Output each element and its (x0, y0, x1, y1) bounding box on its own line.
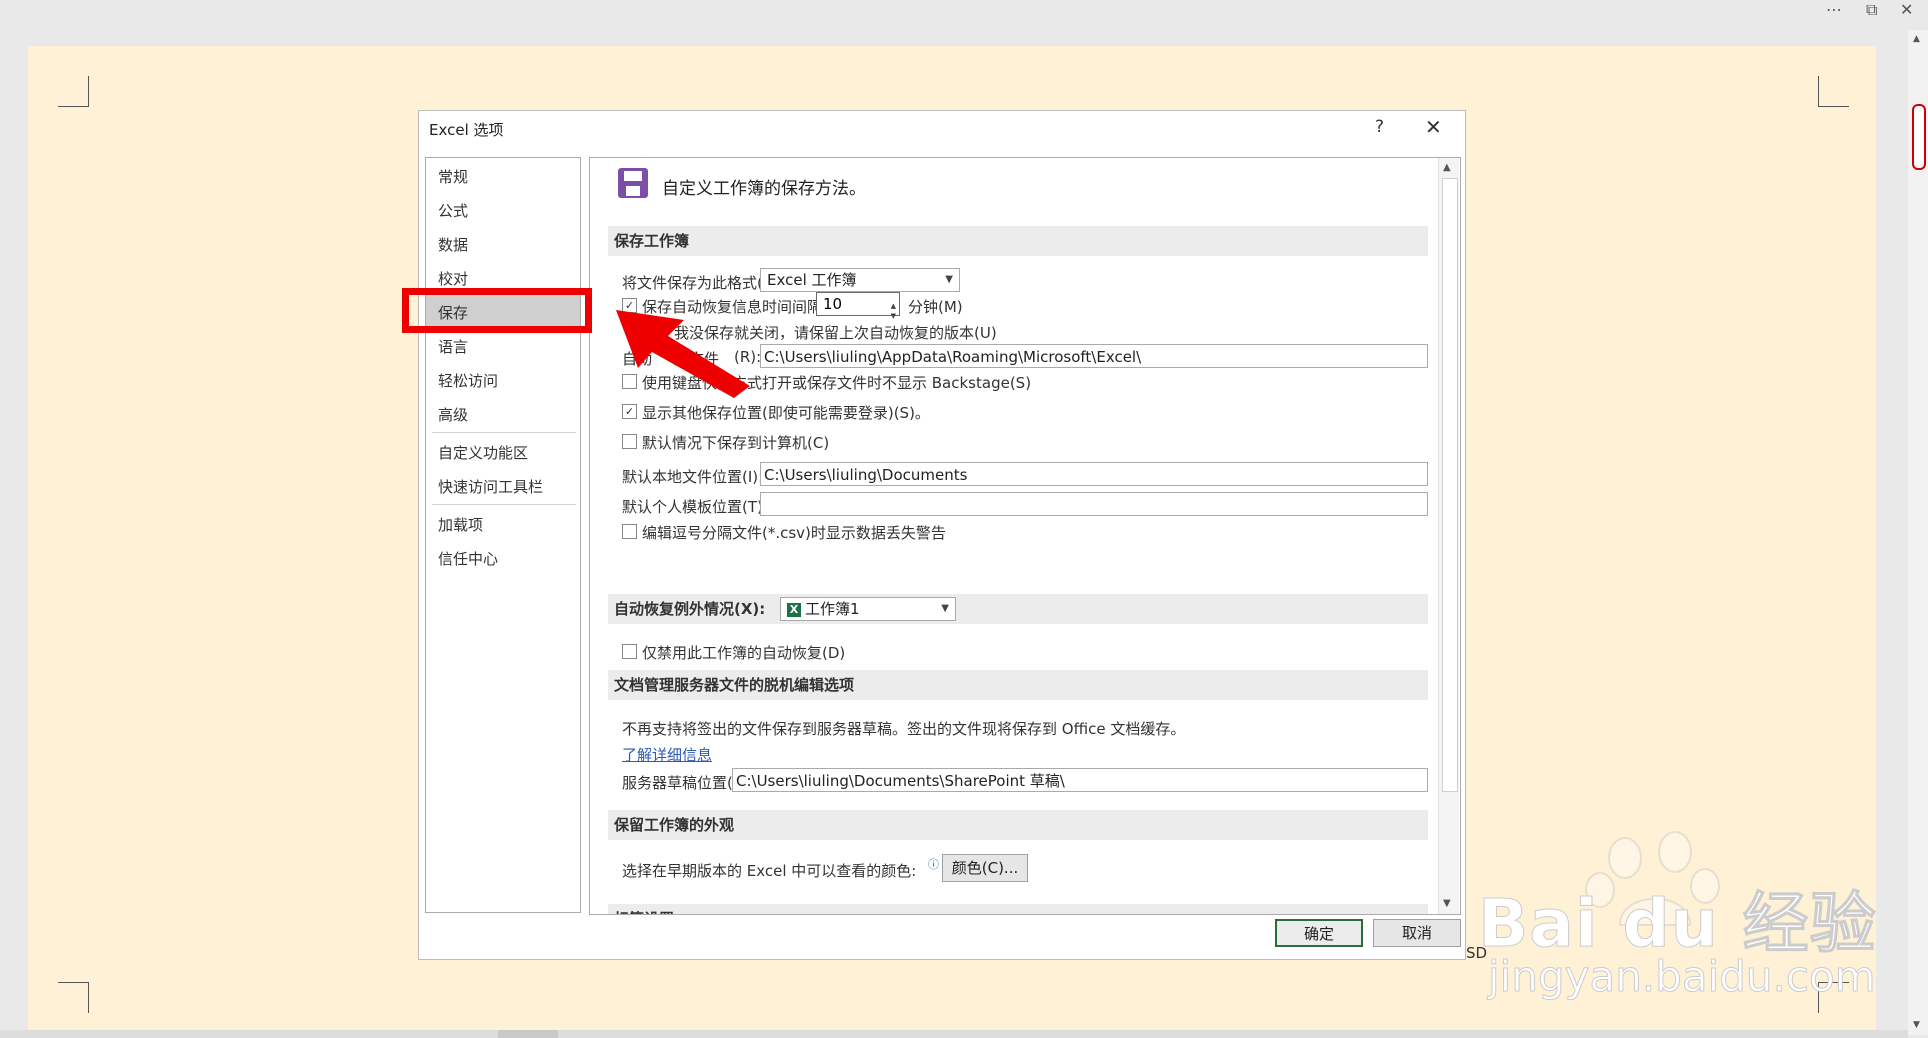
chevron-down-icon: ▼ (945, 274, 953, 285)
section-offline-editing: 文档管理服务器文件的脱机编辑选项 (608, 670, 1428, 700)
restore-icon[interactable]: ⧉ (1866, 0, 1877, 20)
section-preserve-appearance: 保留工作簿的外观 (608, 810, 1428, 840)
default-template-label: 默认个人模板位置(T): (622, 498, 768, 516)
scroll-up-icon[interactable]: ▲ (1443, 162, 1451, 173)
help-button[interactable]: ? (1375, 117, 1384, 137)
autorecover-interval-stepper[interactable]: 10 ▲ ▼ (816, 292, 900, 320)
crop-mark (1818, 76, 1849, 107)
info-icon: ⓘ (928, 858, 939, 871)
dialog-close-button[interactable]: ✕ (1425, 115, 1442, 139)
server-drafts-field[interactable]: C:\Users\liuling\Documents\SharePoint 草稿… (732, 768, 1428, 792)
nav-item-add-ins[interactable]: 加载项 (438, 514, 483, 535)
disable-autorecover-checkbox[interactable] (622, 644, 637, 659)
learn-more-link[interactable]: 了解详细信息 (622, 744, 712, 765)
more-icon[interactable]: ⋯ (1826, 0, 1842, 19)
nav-item-customize-ribbon[interactable]: 自定义功能区 (438, 442, 528, 463)
default-template-field[interactable] (760, 492, 1428, 516)
autorecover-workbook-value: 工作簿1 (805, 600, 860, 618)
dialog-title: Excel 选项 (429, 121, 504, 139)
csv-warning-label: 编辑逗号分隔文件(*.csv)时显示数据丢失警告 (642, 524, 946, 542)
document-horizontal-scrollbar[interactable] (0, 1030, 1908, 1038)
ok-button[interactable]: 确定 (1275, 919, 1363, 947)
autorecover-interval-value: 10 (823, 295, 843, 313)
nav-item-general[interactable]: 常规 (438, 166, 468, 187)
nav-item-data[interactable]: 数据 (438, 234, 468, 255)
csv-warning-checkbox[interactable] (622, 524, 637, 539)
nav-item-proofing[interactable]: 校对 (438, 268, 468, 289)
autorecover-workbook-dropdown[interactable]: X 工作簿1 ▼ (780, 597, 956, 621)
content-title: 自定义工作簿的保存方法。 (662, 179, 866, 199)
colors-label: 选择在早期版本的 Excel 中可以查看的颜色: (622, 862, 917, 880)
nav-divider (432, 504, 576, 505)
show-other-locations-checkbox[interactable]: ✓ (622, 404, 637, 419)
scrollbar-thumb[interactable] (1442, 178, 1458, 792)
window-close-icon[interactable]: ✕ (1900, 0, 1913, 19)
nav-item-quick-access-toolbar[interactable]: 快速访问工具栏 (438, 476, 543, 497)
nav-item-accessibility[interactable]: 轻松访问 (438, 370, 498, 391)
offline-note: 不再支持将签出的文件保存到服务器草稿。签出的文件现将保存到 Office 文档缓… (622, 720, 1186, 738)
excel-options-dialog: Excel 选项 ? ✕ 常规 公式 数据 校对 保存 语言 轻松访问 高级 自… (418, 110, 1466, 960)
section-save-workbook: 保存工作簿 (608, 226, 1428, 256)
save-icon (618, 168, 648, 198)
save-format-value: Excel 工作簿 (767, 271, 857, 289)
nav-item-trust-center[interactable]: 信任中心 (438, 548, 498, 569)
sd-text: SD (1466, 944, 1488, 962)
content-scrollbar[interactable]: ▲ ▼ (1438, 158, 1459, 914)
excel-icon: X (787, 602, 801, 617)
crop-mark (58, 982, 89, 1013)
nav-item-formulas[interactable]: 公式 (438, 200, 468, 221)
scrollbar-thumb[interactable] (1912, 104, 1926, 170)
document-vertical-scrollbar[interactable]: ▲ ▼ (1908, 30, 1928, 1035)
scroll-down-icon[interactable]: ▼ (1443, 898, 1451, 909)
scrollbar-thumb[interactable] (498, 1030, 558, 1038)
crop-mark (58, 76, 89, 107)
save-format-dropdown[interactable]: Excel 工作簿 ▼ (760, 268, 960, 292)
minutes-label: 分钟(M) (908, 298, 963, 316)
autorecover-location-field[interactable]: C:\Users\liuling\AppData\Roaming\Microso… (760, 344, 1428, 368)
watermark-url: jingyan.baidu.com (1488, 952, 1877, 1002)
section-autorecover-exceptions: 自动恢复例外情况(X): (608, 594, 1428, 624)
red-arrow-icon (616, 310, 750, 398)
save-format-label: 将文件保存为此格式(F): (622, 274, 783, 292)
cancel-button[interactable]: 取消 (1373, 919, 1461, 947)
nav-item-language[interactable]: 语言 (438, 336, 468, 357)
scroll-down-icon[interactable]: ▼ (1913, 1020, 1920, 1030)
nav-item-advanced[interactable]: 高级 (438, 404, 468, 425)
save-to-computer-checkbox[interactable] (622, 434, 637, 449)
disable-autorecover-label: 仅禁用此工作簿的自动恢复(D) (642, 644, 846, 662)
scroll-up-icon[interactable]: ▲ (1913, 34, 1920, 44)
show-other-locations-label: 显示其他保存位置(即使可能需要登录)(S)。 (642, 404, 930, 422)
colors-button[interactable]: 颜色(C)... (942, 854, 1028, 882)
highlight-box (402, 288, 592, 333)
options-nav: 常规 公式 数据 校对 保存 语言 轻松访问 高级 自定义功能区 快速访问工具栏… (425, 157, 581, 913)
save-to-computer-label: 默认情况下保存到计算机(C) (642, 434, 830, 452)
options-content: 自定义工作簿的保存方法。 保存工作簿 将文件保存为此格式(F): Excel 工… (589, 157, 1461, 915)
nav-divider (432, 432, 576, 433)
chevron-down-icon: ▼ (941, 603, 949, 614)
default-local-field[interactable]: C:\Users\liuling\Documents (760, 462, 1428, 486)
section-cut-off: 标签设置 (608, 904, 1428, 914)
default-local-label: 默认本地文件位置(I): (622, 468, 764, 486)
